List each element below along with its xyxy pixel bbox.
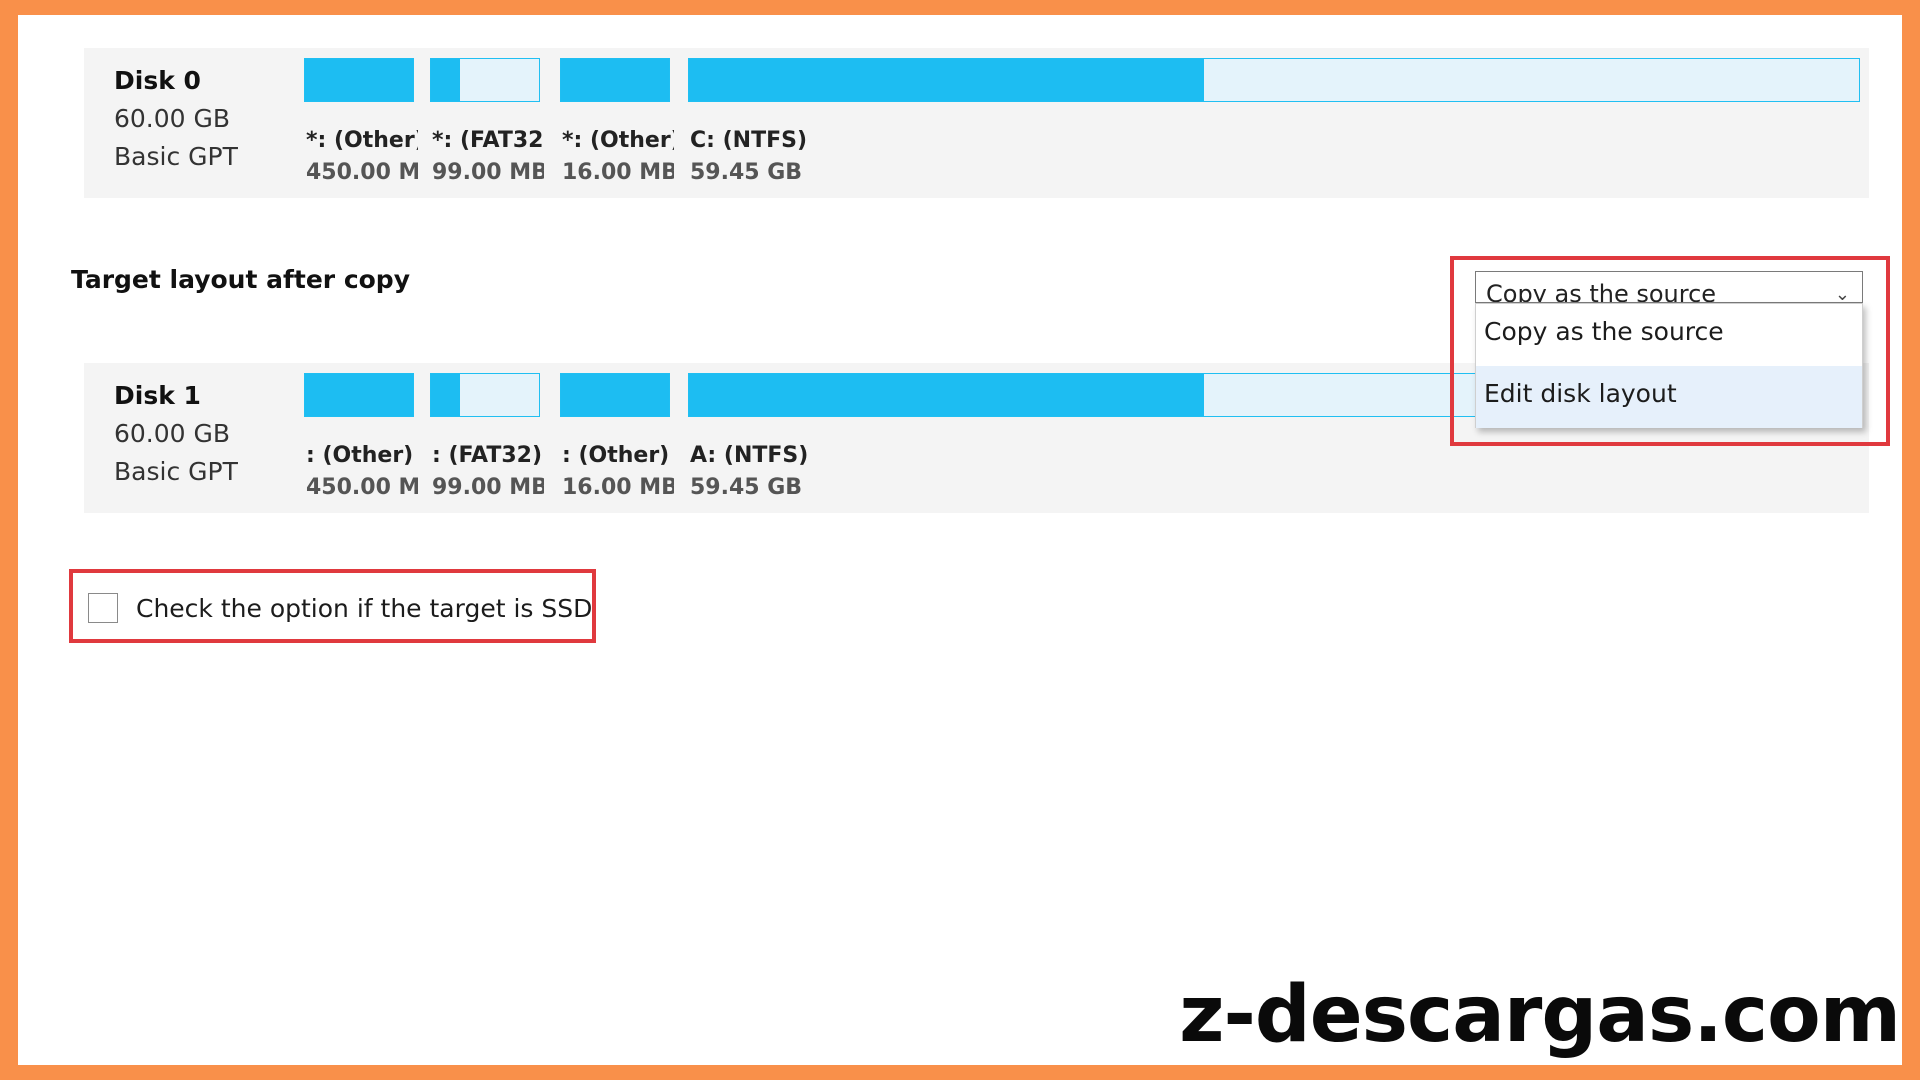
partition-block[interactable]: *: (Other) 450.00 MB [300, 48, 418, 198]
partition-label: : (FAT32) [432, 443, 543, 468]
partition-usage-bar [304, 373, 414, 417]
screenshot-frame: Disk 0 60.00 GB Basic GPT *: (Other) 450… [18, 15, 1902, 1065]
partition-usage-fill [305, 59, 413, 101]
partition-label: : (Other) [562, 443, 670, 468]
partition-label: A: (NTFS) [690, 443, 809, 468]
partition-usage-bar [688, 58, 1860, 102]
section-title: Target layout after copy [71, 265, 411, 294]
source-disk-row[interactable]: Disk 0 60.00 GB Basic GPT *: (Other) 450… [84, 48, 1869, 198]
partition-block[interactable]: *: (Other) 16.00 MB [556, 48, 674, 198]
partition-size: 99.00 MB [432, 475, 544, 500]
disk-type: Basic GPT [114, 142, 238, 171]
partition-usage-fill [431, 374, 461, 416]
disk-name: Disk 1 [114, 381, 201, 410]
source-disk-info: Disk 0 60.00 GB Basic GPT [84, 48, 294, 198]
partition-label: *: (FAT32) [432, 128, 544, 153]
disk-name: Disk 0 [114, 66, 201, 95]
partition-label: : (Other) [306, 443, 414, 468]
partition-block[interactable]: C: (NTFS) 59.45 GB [684, 48, 1864, 198]
partition-usage-bar [430, 58, 540, 102]
partition-label: *: (Other) [562, 128, 674, 153]
partition-usage-fill [431, 59, 461, 101]
partition-size: 450.00 MB [306, 160, 418, 185]
partition-usage-fill [689, 59, 1204, 101]
partition-usage-fill [305, 374, 413, 416]
partition-block[interactable]: : (Other) 450.00 MB [300, 363, 418, 513]
partition-size: 59.45 GB [690, 475, 803, 500]
highlight-box [69, 569, 596, 643]
partition-size: 59.45 GB [690, 160, 803, 185]
partition-block[interactable]: : (FAT32) 99.00 MB [426, 363, 544, 513]
partition-size: 99.00 MB [432, 160, 544, 185]
partition-usage-bar [560, 373, 670, 417]
partition-usage-bar [430, 373, 540, 417]
partition-label: *: (Other) [306, 128, 418, 153]
partition-block[interactable]: : (Other) 16.00 MB [556, 363, 674, 513]
partition-label: C: (NTFS) [690, 128, 808, 153]
partition-usage-fill [689, 374, 1204, 416]
highlight-box [1450, 256, 1890, 446]
disk-type: Basic GPT [114, 457, 238, 486]
partition-block[interactable]: *: (FAT32) 99.00 MB [426, 48, 544, 198]
partition-usage-bar [560, 58, 670, 102]
watermark-text: z-descargas.com [1179, 970, 1901, 1060]
partition-size: 16.00 MB [562, 160, 674, 185]
partition-usage-fill [561, 59, 669, 101]
partition-usage-bar [304, 58, 414, 102]
partition-size: 16.00 MB [562, 475, 674, 500]
disk-size: 60.00 GB [114, 104, 231, 133]
partition-size: 450.00 MB [306, 475, 418, 500]
disk-size: 60.00 GB [114, 419, 231, 448]
target-disk-info: Disk 1 60.00 GB Basic GPT [84, 363, 294, 513]
partition-usage-fill [561, 374, 669, 416]
